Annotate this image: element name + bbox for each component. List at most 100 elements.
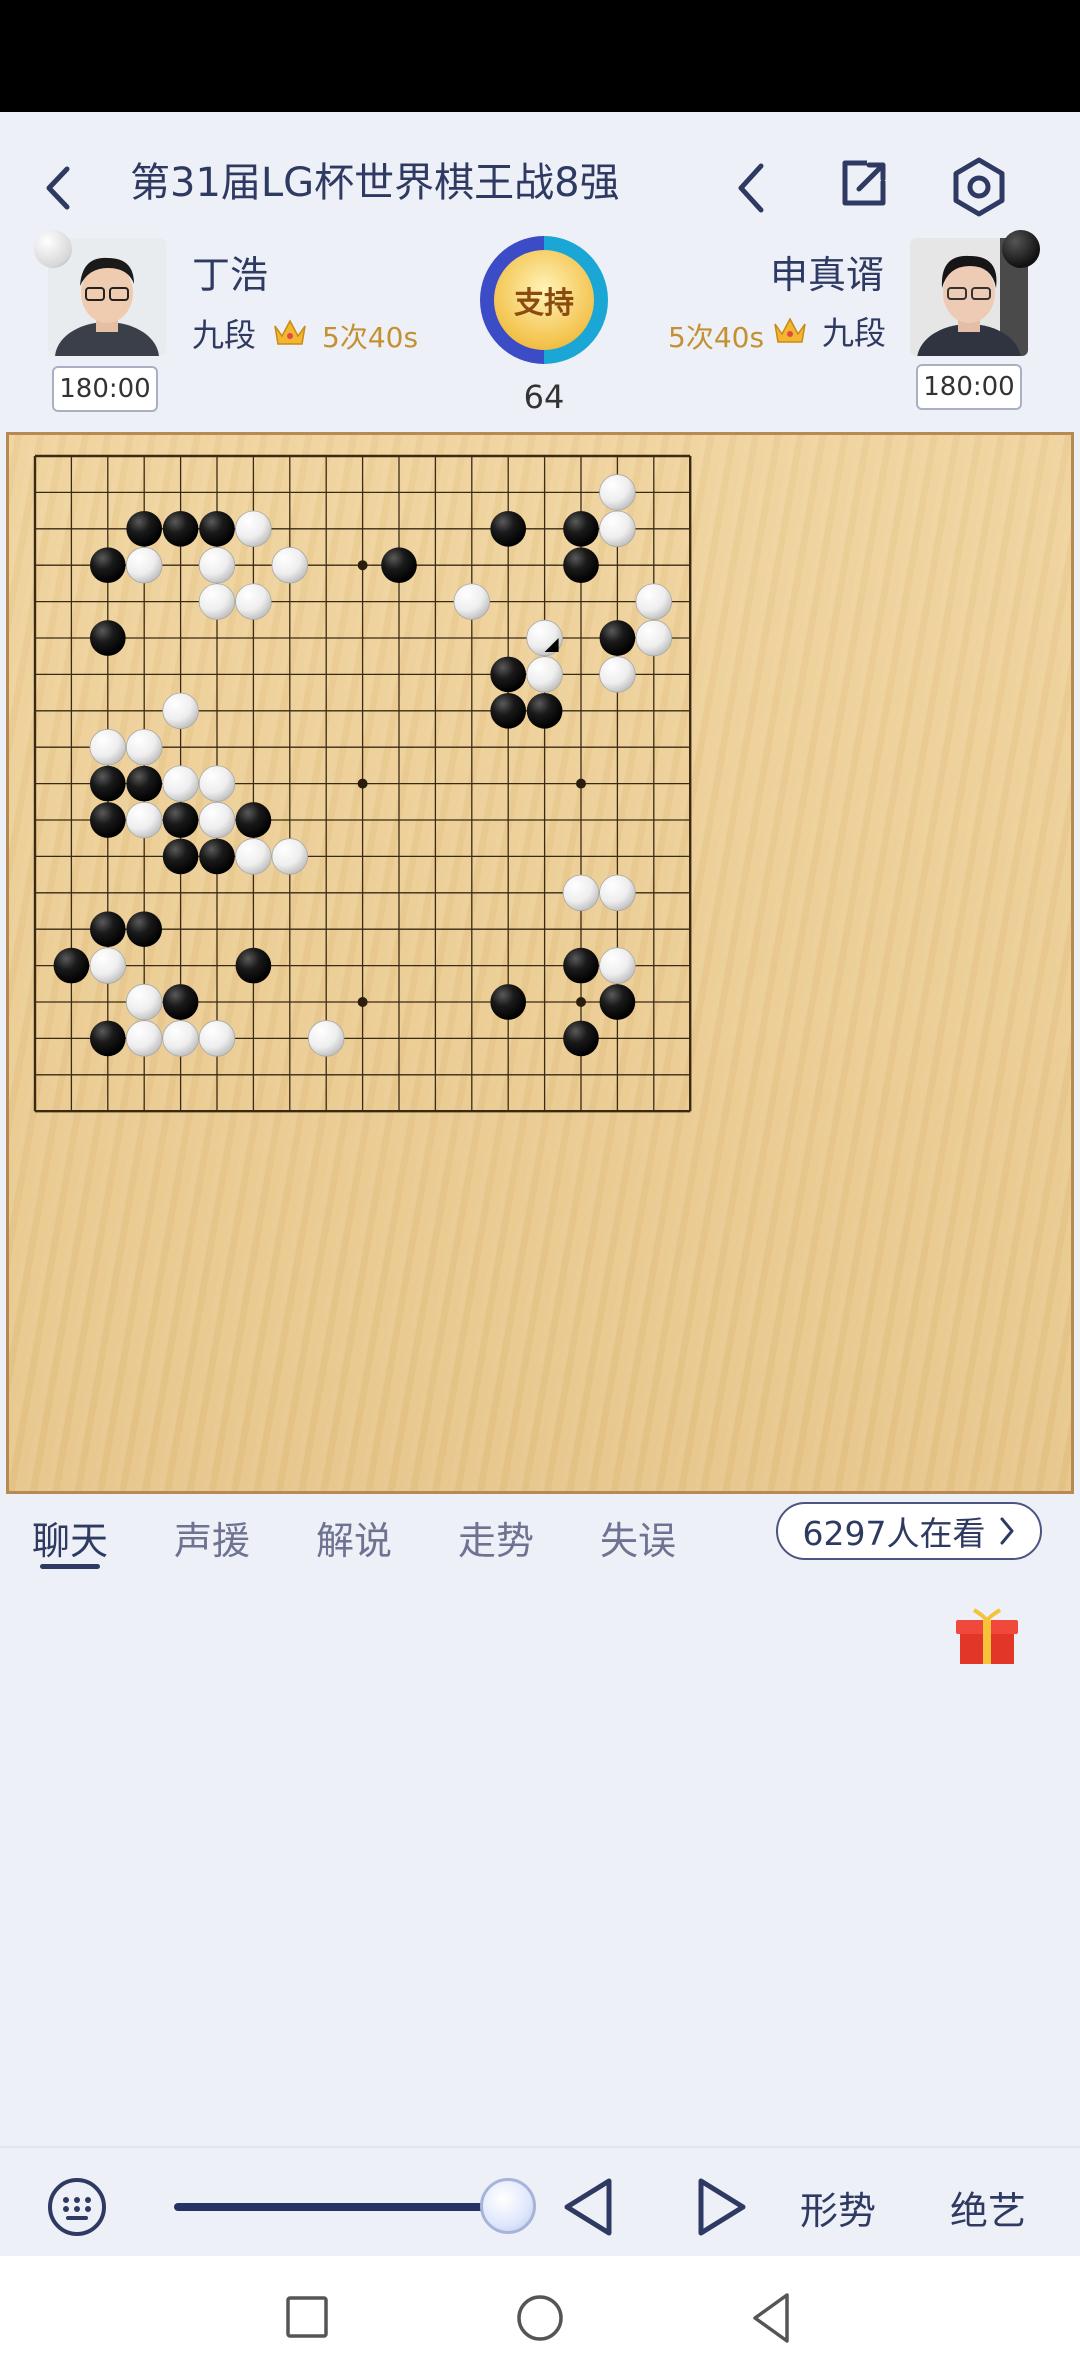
white-stone[interactable] xyxy=(198,765,236,802)
black-stone[interactable] xyxy=(599,984,636,1020)
black-stone[interactable] xyxy=(235,802,272,838)
black-stone[interactable] xyxy=(563,510,599,547)
black-stone[interactable] xyxy=(126,765,163,802)
black-stone[interactable] xyxy=(599,620,636,656)
chevron-left-icon xyxy=(46,166,70,210)
white-stone[interactable] xyxy=(235,583,272,620)
settings-button[interactable] xyxy=(944,152,1014,222)
keyboard-icon xyxy=(48,2178,106,2236)
white-stone[interactable] xyxy=(235,838,272,875)
keyboard-button[interactable] xyxy=(44,2174,110,2240)
white-stone[interactable] xyxy=(125,801,163,839)
crown-icon xyxy=(272,316,308,348)
back-button[interactable] xyxy=(34,156,82,220)
black-stone[interactable] xyxy=(490,692,527,729)
black-stone[interactable] xyxy=(563,947,599,984)
tab-trend[interactable]: 走势 xyxy=(458,1510,534,1565)
black-stone[interactable] xyxy=(563,547,599,584)
black-stone[interactable] xyxy=(89,547,126,584)
tesuji-button[interactable]: 绝艺 xyxy=(950,2180,1026,2235)
white-stone[interactable] xyxy=(235,510,272,548)
white-stone[interactable] xyxy=(89,947,127,984)
white-stone[interactable] xyxy=(198,583,236,620)
white-stone[interactable] xyxy=(453,583,491,620)
star-point xyxy=(357,560,368,571)
share-icon xyxy=(842,160,886,206)
next-move-button[interactable] xyxy=(686,2172,756,2242)
tab-commentary[interactable]: 解说 xyxy=(316,1510,392,1565)
tab-mistakes[interactable]: 失误 xyxy=(600,1510,676,1565)
white-stone[interactable] xyxy=(271,546,309,584)
move-counter: 64 xyxy=(523,378,565,416)
black-stone[interactable] xyxy=(199,838,235,875)
white-stone[interactable] xyxy=(89,728,127,766)
black-stone[interactable] xyxy=(199,510,235,547)
home-button[interactable] xyxy=(510,2288,570,2348)
status-bar xyxy=(0,0,1080,112)
star-point xyxy=(576,997,586,1007)
white-stone[interactable] xyxy=(599,874,636,912)
black-stone[interactable] xyxy=(490,510,527,547)
gift-button[interactable] xyxy=(952,1604,1022,1666)
black-stone[interactable] xyxy=(490,656,527,693)
white-stone[interactable] xyxy=(162,692,199,730)
viewers-count: 6297人在看 xyxy=(802,1514,986,1553)
move-slider-handle[interactable] xyxy=(480,2178,536,2234)
black-stone[interactable] xyxy=(126,911,163,948)
white-stone[interactable] xyxy=(599,510,636,548)
black-stone-indicator xyxy=(34,230,72,268)
white-stone[interactable] xyxy=(198,1020,236,1057)
white-clock: 180:00 xyxy=(916,364,1022,410)
white-stone[interactable] xyxy=(635,583,673,620)
tab-chat[interactable]: 聊天 xyxy=(32,1510,108,1565)
white-stone[interactable] xyxy=(125,1020,163,1057)
white-stone[interactable] xyxy=(526,656,563,693)
black-stone[interactable] xyxy=(490,984,527,1020)
move-slider-track[interactable] xyxy=(174,2203,508,2211)
black-stone[interactable] xyxy=(89,765,126,802)
black-stone[interactable] xyxy=(162,838,199,875)
situation-button[interactable]: 形势 xyxy=(800,2180,876,2235)
white-stone[interactable] xyxy=(599,947,636,984)
white-stone[interactable] xyxy=(162,765,199,802)
recent-apps-button[interactable] xyxy=(280,2290,334,2344)
black-stone[interactable] xyxy=(162,802,199,838)
white-stone[interactable] xyxy=(271,838,309,875)
share-button[interactable] xyxy=(832,152,896,216)
support-button[interactable]: 支持 xyxy=(480,236,608,364)
black-stone[interactable] xyxy=(89,802,126,838)
black-stone[interactable] xyxy=(563,1020,599,1057)
white-stone[interactable] xyxy=(198,801,236,839)
viewers-button[interactable]: 6297人在看 xyxy=(776,1502,1042,1560)
black-stone[interactable] xyxy=(89,1020,126,1057)
white-stone[interactable] xyxy=(562,874,600,912)
black-stone[interactable] xyxy=(89,911,126,948)
chevron-left-icon xyxy=(738,163,764,213)
white-stone[interactable] xyxy=(599,656,636,693)
board-grid[interactable] xyxy=(9,435,1071,1491)
go-board[interactable] xyxy=(6,432,1074,1494)
black-stone[interactable] xyxy=(126,510,163,547)
black-stone[interactable] xyxy=(89,620,126,656)
back-nav-button[interactable] xyxy=(742,2288,802,2348)
white-stone[interactable] xyxy=(125,983,163,1021)
black-player-rank: 九段 xyxy=(192,316,257,354)
black-stone[interactable] xyxy=(53,947,90,984)
black-stone[interactable] xyxy=(162,510,199,547)
black-clock: 180:00 xyxy=(52,366,158,412)
white-stone[interactable] xyxy=(125,728,163,766)
white-stone[interactable] xyxy=(162,1020,199,1057)
black-stone[interactable] xyxy=(162,984,199,1020)
white-player-name: 申真谞 xyxy=(770,253,885,297)
white-stone[interactable] xyxy=(125,546,163,584)
tab-cheer[interactable]: 声援 xyxy=(174,1510,250,1565)
white-stone[interactable] xyxy=(307,1020,345,1057)
white-stone[interactable] xyxy=(198,546,236,584)
white-stone[interactable] xyxy=(635,619,673,657)
white-stone[interactable] xyxy=(599,474,636,511)
black-stone[interactable] xyxy=(381,547,417,584)
previous-game-button[interactable] xyxy=(722,156,778,220)
previous-move-button[interactable] xyxy=(554,2172,624,2242)
black-stone[interactable] xyxy=(235,947,272,984)
black-stone[interactable] xyxy=(526,692,563,729)
